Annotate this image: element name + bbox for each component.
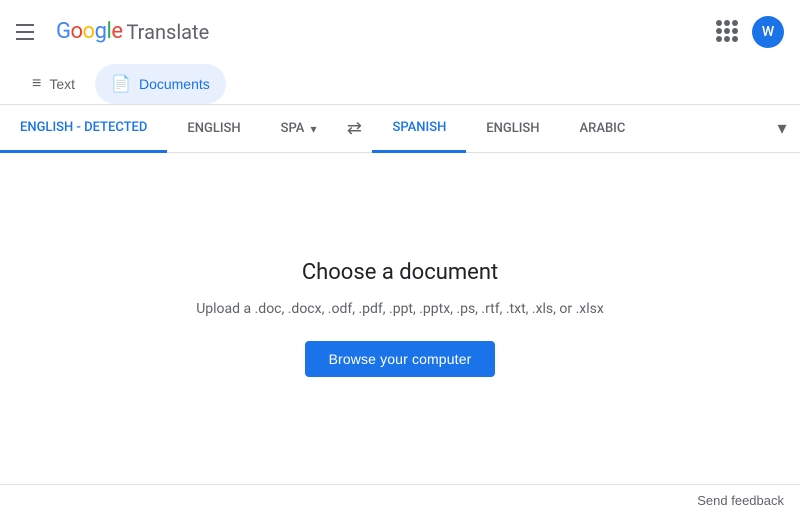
text-tab-label: Text [49,76,75,92]
browse-computer-button[interactable]: Browse your computer [305,341,496,377]
more-languages-icon: ▾ [777,118,786,139]
source-detected-tab[interactable]: ENGLISH - DETECTED [0,105,167,153]
header: Google Translate W [0,0,800,64]
documents-tab-label: Documents [139,76,210,92]
target-english-label: ENGLISH [486,121,539,136]
text-tab[interactable]: ≡ Text [16,65,91,103]
target-spanish-tab[interactable]: SPANISH [372,105,466,153]
swap-button[interactable]: ⇄ [336,111,372,147]
documents-tab[interactable]: 📄 Documents [95,64,226,104]
main-content: Choose a document Upload a .doc, .docx, … [0,153,800,484]
target-spanish-label: SPANISH [392,120,446,135]
avatar[interactable]: W [752,16,784,48]
target-english-tab[interactable]: ENGLISH [466,105,559,153]
source-spanish-label: SPA [281,121,305,136]
target-language-section: SPANISH ENGLISH ARABIC ▾ [372,105,800,153]
choose-document-subtitle: Upload a .doc, .docx, .odf, .pdf, .ppt, … [196,301,604,317]
text-tab-icon: ≡ [32,75,41,93]
source-detected-label: ENGLISH - DETECTED [20,120,147,135]
footer: Send feedback [0,484,800,516]
send-feedback-button[interactable]: Send feedback [697,493,784,508]
language-bar: ENGLISH - DETECTED ENGLISH SPA ▾ ⇄ SPANI… [0,105,800,153]
target-arabic-tab[interactable]: ARABIC [560,105,646,153]
source-spanish-tab[interactable]: SPA ▾ [261,105,337,153]
logo-google: Google [56,19,122,44]
logo: Google Translate [56,19,209,44]
header-right: W [716,16,784,48]
swap-icon: ⇄ [347,118,362,139]
header-left: Google Translate [16,19,209,44]
source-english-label: ENGLISH [187,121,240,136]
more-languages-button[interactable]: ▾ [764,111,800,147]
menu-icon[interactable] [16,20,40,44]
source-language-section: ENGLISH - DETECTED ENGLISH SPA ▾ [0,105,336,153]
source-chevron-icon: ▾ [310,122,316,136]
tabs-row: ≡ Text 📄 Documents [0,64,800,105]
target-arabic-label: ARABIC [580,121,626,136]
logo-translate: Translate [126,20,209,44]
source-english-tab[interactable]: ENGLISH [167,105,260,153]
apps-icon[interactable] [716,20,740,44]
documents-tab-icon: 📄 [111,74,131,94]
choose-document-title: Choose a document [302,260,498,285]
